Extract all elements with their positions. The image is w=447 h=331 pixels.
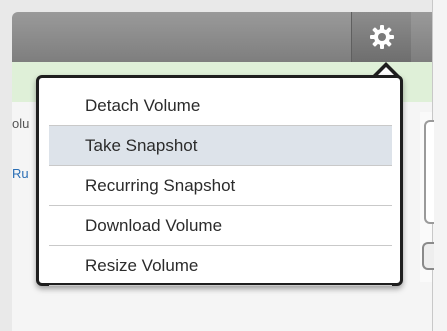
volume-label: olu xyxy=(12,116,30,131)
menu-item-recurring-snapshot[interactable]: Recurring Snapshot xyxy=(49,166,392,206)
right-edge-panel xyxy=(432,0,447,331)
gear-icon xyxy=(369,24,395,50)
scroll-track[interactable] xyxy=(424,120,434,224)
run-link[interactable]: Ru xyxy=(12,166,29,181)
settings-button[interactable] xyxy=(351,12,411,62)
menu-item-download-volume[interactable]: Download Volume xyxy=(49,206,392,246)
actions-dropdown-menu: Detach Volume Take Snapshot Recurring Sn… xyxy=(36,75,403,286)
right-side-widget xyxy=(420,112,434,282)
page: olu Ru Detach Volume Take Snapshot Recur… xyxy=(0,0,447,331)
menu-list: Detach Volume Take Snapshot Recurring Sn… xyxy=(49,86,392,286)
menu-item-take-snapshot[interactable]: Take Snapshot xyxy=(49,126,392,166)
menu-item-resize-volume[interactable]: Resize Volume xyxy=(49,246,392,286)
menu-item-detach-volume[interactable]: Detach Volume xyxy=(49,86,392,126)
scroll-handle[interactable] xyxy=(422,242,434,270)
